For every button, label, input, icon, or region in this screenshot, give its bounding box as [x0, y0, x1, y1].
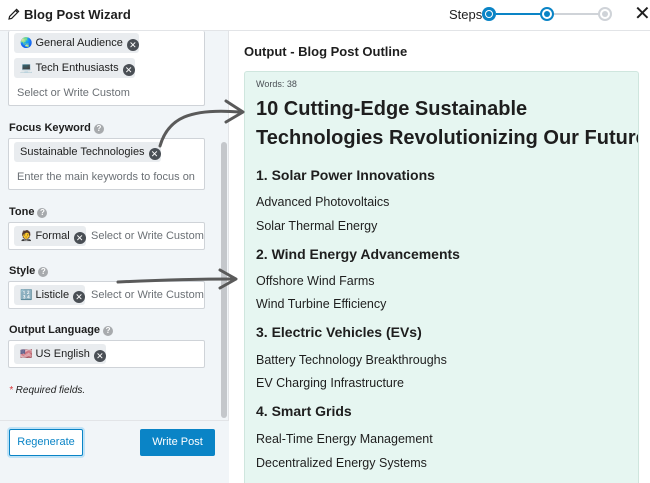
- us-flag-icon: 🇺🇸: [20, 349, 33, 360]
- chip-label: US English: [35, 348, 90, 360]
- output-title: Output - Blog Post Outline: [244, 44, 408, 59]
- section-heading: 4. Smart Grids: [256, 403, 352, 419]
- required-note-text: Required fields.: [15, 385, 86, 396]
- section-item: Wind Turbine Efficiency: [256, 297, 387, 311]
- outline-title-line-1: 10 Cutting-Edge Sustainable: [256, 98, 528, 120]
- regenerate-button[interactable]: Regenerate: [9, 429, 83, 456]
- remove-chip-icon[interactable]: ✕: [122, 64, 135, 76]
- outline-title-line-2: Technologies Revolutionizing Our Future: [256, 127, 639, 149]
- remove-chip-icon[interactable]: ✕: [126, 39, 139, 51]
- audience-chip-tech: 💻 Tech Enthusiasts ✕: [14, 58, 135, 78]
- pencil-icon: [8, 8, 20, 20]
- style-chip: 🔢 Listicle ✕: [14, 285, 86, 305]
- output-outline-box: Words: 38 10 Cutting-Edge Sustainable Te…: [244, 71, 639, 483]
- label-text: Output Language: [9, 324, 101, 336]
- close-icon[interactable]: ✕: [634, 4, 650, 24]
- output-language-chip: 🇺🇸 US English ✕: [14, 344, 106, 364]
- remove-chip-icon[interactable]: ✕: [93, 350, 106, 362]
- globe-icon: 🌏: [20, 38, 33, 49]
- audience-placeholder: Select or Write Custom: [17, 87, 130, 99]
- style-label: Style?: [9, 265, 49, 277]
- chip-label: Sustainable Technologies: [20, 146, 145, 158]
- tone-label: Tone?: [9, 206, 48, 218]
- help-icon[interactable]: ?: [93, 124, 104, 134]
- step-connector-2: [547, 13, 605, 15]
- label-text: Focus Keyword: [9, 122, 91, 134]
- chip-label: Listicle: [35, 289, 70, 301]
- focus-keyword-label: Focus Keyword?: [9, 122, 104, 134]
- laptop-icon: 💻: [20, 63, 33, 74]
- remove-chip-icon[interactable]: ✕: [148, 148, 161, 160]
- section-item: Solar Thermal Energy: [256, 219, 378, 233]
- tone-placeholder: Select or Write Custom: [91, 230, 204, 242]
- word-count: Words: 38: [256, 79, 297, 89]
- audience-chip-general: 🌏 General Audience ✕: [14, 33, 139, 53]
- help-icon[interactable]: ?: [37, 208, 48, 218]
- person-icon: 🤵: [20, 231, 33, 242]
- section-heading: 1. Solar Power Innovations: [256, 167, 435, 183]
- output-language-label: Output Language?: [9, 324, 114, 336]
- help-icon[interactable]: ?: [38, 267, 49, 277]
- section-item: Decentralized Energy Systems: [256, 456, 427, 470]
- remove-chip-icon[interactable]: ✕: [73, 291, 86, 303]
- section-item: Advanced Photovoltaics: [256, 195, 390, 209]
- chip-label: General Audience: [35, 37, 123, 49]
- section-item: Offshore Wind Farms: [256, 274, 375, 288]
- left-panel-scrollbar[interactable]: [221, 142, 227, 418]
- label-text: Style: [9, 265, 36, 277]
- step-connector-1: [489, 13, 547, 15]
- step-3-dot[interactable]: [598, 7, 612, 21]
- wizard-header: Blog Post Wizard Steps ✕: [0, 0, 650, 31]
- chip-label: Tech Enthusiasts: [35, 62, 119, 74]
- tone-chip: 🤵 Formal ✕: [14, 226, 86, 246]
- chip-label: Formal: [35, 230, 70, 242]
- focus-keyword-placeholder: Enter the main keywords to focus on: [17, 171, 195, 183]
- section-heading: 2. Wind Energy Advancements: [256, 246, 460, 262]
- section-heading: 3. Electric Vehicles (EVs): [256, 324, 422, 340]
- remove-chip-icon[interactable]: ✕: [73, 232, 86, 244]
- section-item: EV Charging Infrastructure: [256, 376, 404, 390]
- step-2-dot[interactable]: [540, 7, 554, 21]
- steps-label: Steps: [449, 7, 483, 22]
- help-icon[interactable]: ?: [103, 326, 114, 336]
- section-item: Battery Technology Breakthroughs: [256, 353, 447, 367]
- style-placeholder: Select or Write Custom: [91, 289, 204, 301]
- focus-keyword-chip: Sustainable Technologies ✕: [14, 142, 161, 162]
- required-note: * Required fields.: [9, 385, 86, 396]
- write-post-button[interactable]: Write Post: [140, 429, 215, 456]
- step-1-dot[interactable]: [482, 7, 496, 21]
- label-text: Tone: [9, 206, 35, 218]
- steps-progress: [482, 5, 612, 23]
- numbers-icon: 🔢: [20, 290, 33, 301]
- wizard-title: Blog Post Wizard: [24, 7, 131, 22]
- section-item: Real-Time Energy Management: [256, 432, 433, 446]
